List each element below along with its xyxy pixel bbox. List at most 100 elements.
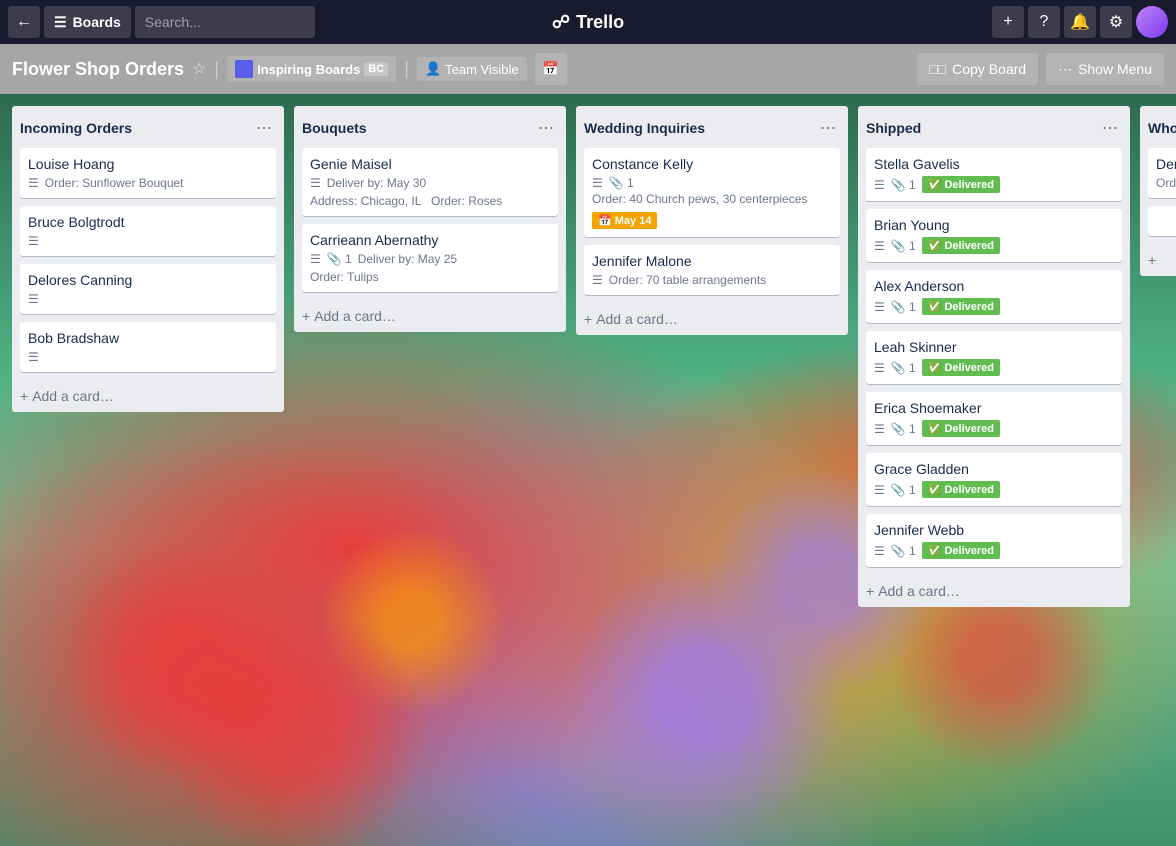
add-card-label: Add a card… bbox=[878, 583, 960, 599]
delivered-badge: ✅ Delivered bbox=[922, 481, 1000, 498]
boards-icon: ☰ bbox=[54, 14, 67, 31]
card-brian-young[interactable]: Brian Young ☰ 📎 1 ✅ Delivered bbox=[866, 209, 1122, 262]
list-header-incoming-orders: Incoming Orders ⋯ bbox=[12, 106, 284, 148]
back-button[interactable]: ← bbox=[8, 6, 40, 38]
list-menu-wedding[interactable]: ⋯ bbox=[816, 116, 840, 140]
card-constance-kelly[interactable]: Constance Kelly ☰ 📎 1 Order: 40 Church p… bbox=[584, 148, 840, 237]
card-leah-skinner[interactable]: Leah Skinner ☰ 📎 1 ✅ Delivered bbox=[866, 331, 1122, 384]
workspace-link[interactable]: Inspiring Boards BC bbox=[227, 56, 396, 82]
card-sub: Order: Sunflower Bouquet bbox=[45, 176, 184, 190]
card-title: Jennifer Webb bbox=[874, 522, 1114, 538]
card-stella-gavelis[interactable]: Stella Gavelis ☰ 📎 1 ✅ Delivered bbox=[866, 148, 1122, 201]
card-order: Order: Tulips bbox=[310, 270, 550, 284]
card-meta: ☰ 📎 1 ✅ Delivered bbox=[874, 420, 1114, 437]
workspace-name: Inspiring Boards bbox=[257, 62, 360, 77]
workspace-icon bbox=[235, 60, 253, 78]
list-cards-wholesale: Denr… Orde… bbox=[1140, 148, 1176, 244]
add-card-label: Add a card… bbox=[314, 308, 396, 324]
card-bruce-bolgtrodt[interactable]: Bruce Bolgtrodt ☰ bbox=[20, 206, 276, 256]
card-title: Delores Canning bbox=[28, 272, 268, 288]
card-jennifer-malone[interactable]: Jennifer Malone ☰ Order: 70 table arrang… bbox=[584, 245, 840, 295]
card-meta: ☰ 📎 1 bbox=[592, 176, 832, 190]
add-card-button-shipped[interactable]: + Add a card… bbox=[858, 575, 1130, 607]
list-header-bouquets: Bouquets ⋯ bbox=[294, 106, 566, 148]
visibility-button[interactable]: 👤 Team Visible bbox=[417, 57, 527, 81]
card-title: Constance Kelly bbox=[592, 156, 832, 172]
card-sub: Deliver by: May 30 bbox=[327, 176, 426, 190]
attachment-count: 📎 1 bbox=[891, 544, 916, 558]
add-card-button-wedding[interactable]: + Add a card… bbox=[576, 303, 848, 335]
attachment-count: 📎 1 bbox=[891, 300, 916, 314]
add-card-button-wholesale[interactable]: + bbox=[1140, 244, 1176, 276]
list-header-wedding: Wedding Inquiries ⋯ bbox=[576, 106, 848, 148]
plus-icon: + bbox=[20, 388, 28, 404]
description-icon: ☰ bbox=[28, 350, 39, 364]
list-menu-bouquets[interactable]: ⋯ bbox=[534, 116, 558, 140]
delivered-badge: ✅ Delivered bbox=[922, 542, 1000, 559]
boards-button[interactable]: ☰ Boards bbox=[44, 6, 131, 38]
description-icon: ☰ bbox=[28, 292, 39, 306]
list-wedding-inquiries: Wedding Inquiries ⋯ Constance Kelly ☰ 📎 … bbox=[576, 106, 848, 335]
card-genie-maisel[interactable]: Genie Maisel ☰ Deliver by: May 30 Addres… bbox=[302, 148, 558, 216]
attachment-icon: 📎 1 bbox=[609, 176, 634, 190]
add-card-label: Add a card… bbox=[32, 388, 114, 404]
card-wholesale-1[interactable]: Denr… Orde… bbox=[1148, 148, 1176, 198]
calendar-button[interactable]: 📅 bbox=[535, 53, 567, 85]
card-louise-hoang[interactable]: Louise Hoang ☰ Order: Sunflower Bouquet bbox=[20, 148, 276, 198]
card-bob-bradshaw[interactable]: Bob Bradshaw ☰ bbox=[20, 322, 276, 372]
attachment-count: 📎 1 bbox=[891, 178, 916, 192]
info-button[interactable]: ? bbox=[1028, 6, 1060, 38]
search-input[interactable] bbox=[135, 6, 315, 38]
star-button[interactable]: ☆ bbox=[192, 59, 206, 79]
card-title: Grace Gladden bbox=[874, 461, 1114, 477]
settings-button[interactable]: ⚙ bbox=[1100, 6, 1132, 38]
card-meta: ☰ bbox=[28, 350, 268, 364]
header-divider2: | bbox=[404, 59, 409, 80]
description-icon: ☰ bbox=[310, 176, 321, 190]
description-icon: ☰ bbox=[874, 483, 885, 497]
card-meta: ☰ 📎 1 ✅ Delivered bbox=[874, 298, 1114, 315]
description-icon: ☰ bbox=[592, 273, 603, 287]
list-menu-shipped[interactable]: ⋯ bbox=[1098, 116, 1122, 140]
list-title-wedding: Wedding Inquiries bbox=[584, 120, 705, 136]
card-wholesale-2[interactable] bbox=[1148, 206, 1176, 236]
list-cards-incoming-orders: Louise Hoang ☰ Order: Sunflower Bouquet … bbox=[12, 148, 284, 380]
card-erica-shoemaker[interactable]: Erica Shoemaker ☰ 📎 1 ✅ Delivered bbox=[866, 392, 1122, 445]
card-meta: ☰ Order: Sunflower Bouquet bbox=[28, 176, 268, 190]
header-divider: | bbox=[214, 59, 219, 80]
card-title: Denr… bbox=[1156, 156, 1176, 172]
delivered-badge: ✅ Delivered bbox=[922, 176, 1000, 193]
add-button[interactable]: + bbox=[992, 6, 1024, 38]
card-meta: ☰ Order: 70 table arrangements bbox=[592, 273, 832, 287]
card-alex-anderson[interactable]: Alex Anderson ☰ 📎 1 ✅ Delivered bbox=[866, 270, 1122, 323]
card-title: Alex Anderson bbox=[874, 278, 1114, 294]
description-icon: ☰ bbox=[592, 176, 603, 190]
delivered-badge: ✅ Delivered bbox=[922, 420, 1000, 437]
add-card-button-incoming[interactable]: + Add a card… bbox=[12, 380, 284, 412]
show-menu-button[interactable]: ⋯ Show Menu bbox=[1046, 53, 1164, 85]
card-title: Louise Hoang bbox=[28, 156, 268, 172]
card-delores-canning[interactable]: Delores Canning ☰ bbox=[20, 264, 276, 314]
card-meta: ☰ Deliver by: May 30 bbox=[310, 176, 550, 190]
list-cards-wedding: Constance Kelly ☰ 📎 1 Order: 40 Church p… bbox=[576, 148, 848, 303]
card-jennifer-webb[interactable]: Jennifer Webb ☰ 📎 1 ✅ Delivered bbox=[866, 514, 1122, 567]
copy-board-button[interactable]: □□ Copy Board bbox=[917, 53, 1038, 85]
notifications-button[interactable]: 🔔 bbox=[1064, 6, 1096, 38]
card-meta: ☰ bbox=[28, 234, 268, 248]
list-menu-incoming-orders[interactable]: ⋯ bbox=[252, 116, 276, 140]
user-avatar[interactable] bbox=[1136, 6, 1168, 38]
add-card-button-bouquets[interactable]: + Add a card… bbox=[294, 300, 566, 332]
card-carrieann-abernathy[interactable]: Carrieann Abernathy ☰ 📎 1 Deliver by: Ma… bbox=[302, 224, 558, 292]
card-title: Erica Shoemaker bbox=[874, 400, 1114, 416]
card-grace-gladden[interactable]: Grace Gladden ☰ 📎 1 ✅ Delivered bbox=[866, 453, 1122, 506]
card-meta: ☰ bbox=[28, 292, 268, 306]
lists-container: Incoming Orders ⋯ Louise Hoang ☰ Order: … bbox=[0, 94, 1176, 846]
card-meta: ☰ 📎 1 Deliver by: May 25 bbox=[310, 252, 550, 266]
logo-text: Trello bbox=[576, 12, 624, 33]
list-bouquets: Bouquets ⋯ Genie Maisel ☰ Deliver by: Ma… bbox=[294, 106, 566, 332]
list-header-shipped: Shipped ⋯ bbox=[858, 106, 1130, 148]
card-title: Carrieann Abernathy bbox=[310, 232, 550, 248]
card-title: Stella Gavelis bbox=[874, 156, 1114, 172]
card-title: Genie Maisel bbox=[310, 156, 550, 172]
card-sub: Order: 70 table arrangements bbox=[609, 273, 766, 287]
